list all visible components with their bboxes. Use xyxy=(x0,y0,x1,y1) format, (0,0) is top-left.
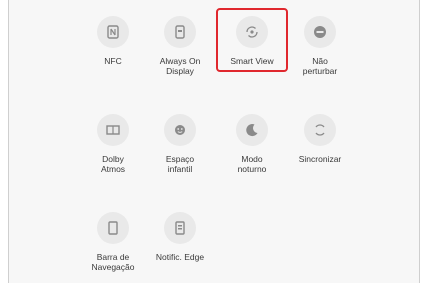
tile-label: Não perturbar xyxy=(302,56,338,76)
tile-sync[interactable]: Sincronizar xyxy=(280,114,360,164)
tile-edge-notification[interactable]: Notific. Edge xyxy=(140,212,220,262)
tile-label: Notific. Edge xyxy=(155,252,205,262)
tile-label: Modo noturno xyxy=(237,154,267,174)
do-not-disturb-icon xyxy=(304,16,336,48)
tile-do-not-disturb[interactable]: Não perturbar xyxy=(280,16,360,76)
sync-icon xyxy=(304,114,336,146)
tile-kids-space[interactable]: Espaço infantil xyxy=(140,114,220,174)
always-on-display-icon xyxy=(164,16,196,48)
navigation-bar-icon xyxy=(97,212,129,244)
tile-label: Barra de Navegação xyxy=(91,252,135,272)
highlight-box xyxy=(216,8,288,72)
tile-label: Always On Display xyxy=(159,56,201,76)
tile-label: Dolby Atmos xyxy=(100,154,126,174)
tile-label: Espaço infantil xyxy=(165,154,195,174)
kids-space-icon xyxy=(164,114,196,146)
tile-label: Sincronizar xyxy=(298,154,342,164)
nfc-icon xyxy=(97,16,129,48)
dolby-atmos-icon xyxy=(97,114,129,146)
edge-notification-icon xyxy=(164,212,196,244)
tile-always-on-display[interactable]: Always On Display xyxy=(140,16,220,76)
tile-label: NFC xyxy=(104,56,122,66)
night-mode-icon xyxy=(236,114,268,146)
